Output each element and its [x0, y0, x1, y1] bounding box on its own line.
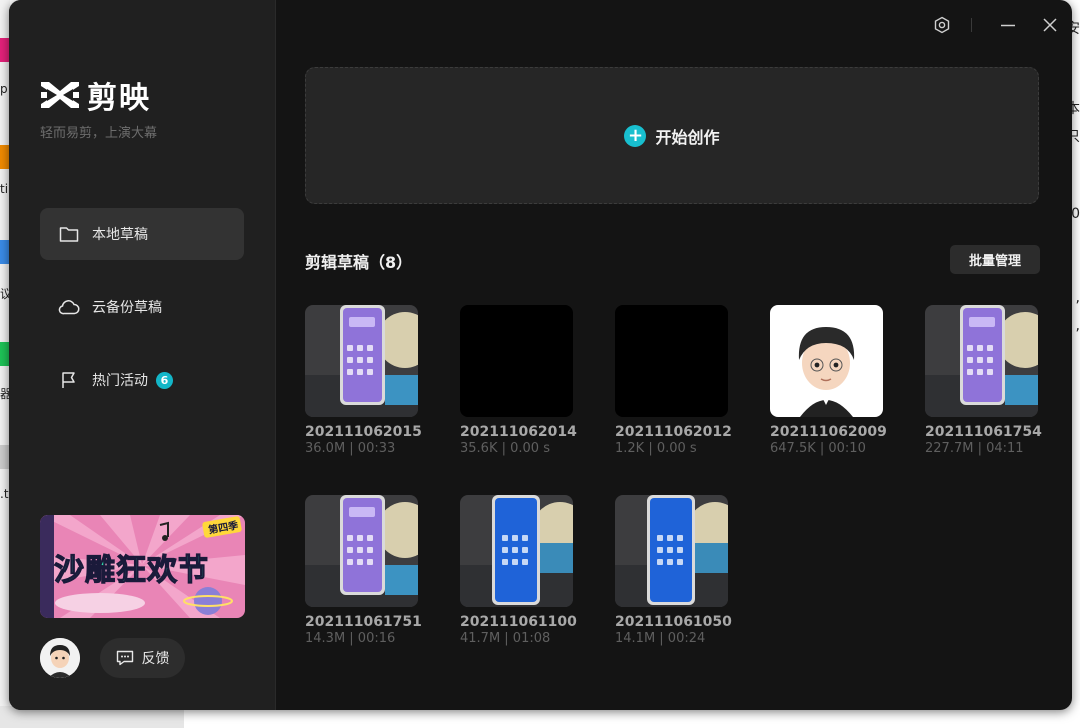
nav-label: 云备份草稿 — [92, 300, 162, 316]
draft-thumbnail — [925, 305, 1038, 417]
divider — [971, 18, 972, 32]
background-text: , — [1075, 290, 1080, 306]
draft-thumbnail — [615, 305, 728, 417]
draft-thumbnail — [770, 305, 883, 417]
draft-name: 202111062009 — [770, 424, 887, 440]
draft-meta: 647.5K | 00:10 — [770, 441, 866, 456]
app-name: 剪映 — [87, 81, 151, 116]
minimize-icon — [1001, 24, 1015, 27]
sidebar: 剪映 轻而易剪，上演大幕 本地草稿 云备份草稿 热门活动 6 沙雕狂欢节 第四季… — [9, 0, 276, 710]
minimize-button[interactable] — [997, 14, 1019, 36]
draft-meta: 227.7M | 04:11 — [925, 441, 1024, 456]
banner-title: 沙雕狂欢节 — [53, 552, 209, 588]
draft-thumbnail — [305, 495, 418, 607]
cloud-icon — [58, 296, 80, 318]
desktop-label: ti — [0, 182, 9, 196]
draft-card[interactable]: 202111061754 227.7M | 04:11 — [925, 305, 1053, 456]
draft-name: 202111062015 — [305, 424, 422, 440]
background-text: , — [1075, 318, 1080, 334]
plus-icon: + — [624, 124, 647, 147]
app-slogan: 轻而易剪，上演大幕 — [40, 126, 158, 141]
draft-thumbnail — [460, 495, 573, 607]
draft-card[interactable]: 202111062012 1.2K | 0.00 s — [615, 305, 743, 456]
draft-name: 202111061050 — [615, 614, 732, 630]
batch-manage-button[interactable]: 批量管理 — [950, 245, 1040, 274]
draft-meta: 1.2K | 0.00 s — [615, 441, 697, 456]
nav-local-drafts[interactable]: 本地草稿 — [40, 208, 244, 260]
draft-thumbnail — [460, 305, 573, 417]
close-icon — [1043, 18, 1057, 32]
draft-name: 202111061100 — [460, 614, 577, 630]
start-creation-button[interactable]: + 开始创作 — [305, 67, 1039, 204]
draft-name: 202111061751 — [305, 614, 422, 630]
feedback-button[interactable]: 反馈 — [100, 638, 185, 678]
draft-thumbnail — [305, 305, 418, 417]
draft-meta: 14.3M | 00:16 — [305, 631, 396, 646]
draft-card[interactable]: 202111062014 35.6K | 0.00 s — [460, 305, 588, 456]
app-logo: 剪映 — [39, 73, 151, 117]
capcut-logo-icon — [41, 82, 79, 108]
chat-icon — [116, 650, 133, 666]
start-creation-label: 开始创作 — [655, 127, 720, 147]
close-button[interactable] — [1039, 14, 1061, 36]
draft-card[interactable]: 202111062015 36.0M | 00:33 — [305, 305, 433, 456]
draft-meta: 36.0M | 00:33 — [305, 441, 396, 456]
draft-card[interactable]: 202111061751 14.3M | 00:16 — [305, 495, 433, 646]
drafts-section-title: 剪辑草稿（8） — [305, 253, 413, 272]
folder-icon — [58, 223, 80, 245]
avatar-image — [40, 638, 80, 678]
capcut-window: 剪映 轻而易剪，上演大幕 本地草稿 云备份草稿 热门活动 6 沙雕狂欢节 第四季… — [9, 0, 1072, 710]
user-avatar[interactable] — [40, 638, 80, 678]
notification-badge: 6 — [156, 371, 173, 389]
window-controls — [912, 0, 1072, 48]
draft-card[interactable]: 202111062009 647.5K | 00:10 — [770, 305, 898, 456]
draft-name: 202111062012 — [615, 424, 732, 440]
draft-meta: 14.1M | 00:24 — [615, 631, 706, 646]
nav-hot-events[interactable]: 热门活动 6 — [40, 354, 244, 406]
draft-meta: 35.6K | 0.00 s — [460, 441, 550, 456]
settings-button[interactable] — [931, 14, 953, 36]
desktop-label: .t — [0, 487, 9, 501]
desktop-label: p — [0, 82, 8, 96]
draft-name: 202111061754 — [925, 424, 1042, 440]
draft-meta: 41.7M | 01:08 — [460, 631, 551, 646]
draft-card[interactable]: 202111061050 14.1M | 00:24 — [615, 495, 743, 646]
draft-thumbnail — [615, 495, 728, 607]
hexagon-settings-icon — [934, 16, 950, 34]
nav-cloud-drafts[interactable]: 云备份草稿 — [40, 281, 244, 333]
nav-label: 热门活动 — [92, 373, 148, 389]
draft-card[interactable]: 202111061100 41.7M | 01:08 — [460, 495, 588, 646]
nav-label: 本地草稿 — [92, 227, 148, 243]
background-text: 0 — [1071, 206, 1080, 222]
promo-banner[interactable]: 沙雕狂欢节 第四季 — [40, 515, 245, 618]
feedback-label: 反馈 — [141, 651, 170, 667]
draft-name: 202111062014 — [460, 424, 577, 440]
flag-icon — [58, 369, 80, 391]
